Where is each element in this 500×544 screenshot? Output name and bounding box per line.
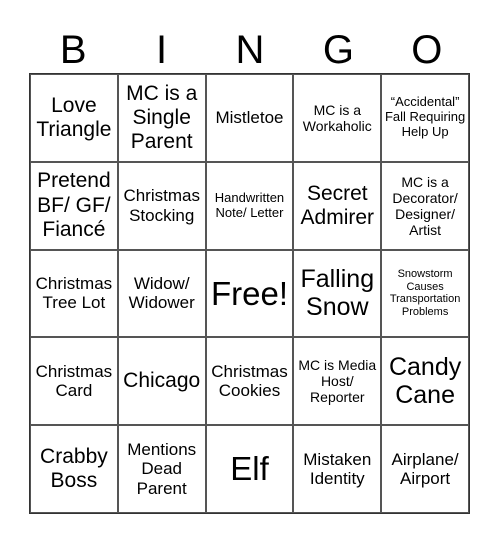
bingo-cell[interactable]: Handwritten Note/ Letter	[205, 161, 294, 250]
bingo-cell[interactable]: Snowstorm Causes Transportation Problems	[381, 249, 469, 338]
bingo-cell[interactable]: Crabby Boss	[30, 425, 118, 513]
bingo-cell[interactable]: Falling Snow	[293, 249, 382, 338]
bingo-cell-label: Free!	[210, 274, 288, 312]
bingo-cell[interactable]: Christmas Card	[30, 337, 118, 426]
bingo-cell-label: Mistaken Identity	[303, 449, 372, 489]
bingo-cell[interactable]: Love Triangle	[30, 74, 118, 162]
bingo-cell-label: Candy Cane	[388, 352, 462, 410]
header-letter-o: O	[411, 28, 443, 72]
bingo-cell-label: Christmas Stocking	[123, 186, 200, 225]
header-letter-g: G	[322, 28, 354, 72]
bingo-cell-label: Airplane/ Airport	[391, 449, 459, 489]
bingo-cell-label: Handwritten Note/ Letter	[214, 189, 285, 220]
bingo-cell[interactable]: Candy Cane	[381, 337, 469, 426]
bingo-cell[interactable]: Widow/ Widower	[117, 249, 206, 338]
bingo-cell[interactable]: Christmas Stocking	[117, 161, 206, 250]
bingo-cell[interactable]: Christmas Tree Lot	[30, 249, 118, 338]
bingo-cell-label: MC is a Single Parent	[126, 81, 198, 153]
bingo-cell-label: Mistletoe	[215, 108, 284, 128]
bingo-cell-label: MC is a Decorator/ Designer/ Artist	[392, 173, 458, 238]
bingo-cell[interactable]: Mistletoe	[205, 74, 294, 162]
bingo-cell-label: Widow/ Widower	[128, 273, 195, 313]
bingo-cell[interactable]: Mistaken Identity	[293, 425, 382, 513]
bingo-cell-label: MC is Media Host/ Reporter	[298, 357, 377, 406]
bingo-cell-label: Elf	[230, 450, 269, 488]
bingo-cell-label: Christmas Card	[35, 361, 113, 401]
bingo-cell[interactable]: MC is a Workaholic	[293, 74, 382, 162]
bingo-cell[interactable]: Mentions Dead Parent	[117, 425, 206, 513]
bingo-cell-label: Pretend BF/ GF/ Fiancé	[37, 169, 111, 241]
header-letter-b: B	[59, 28, 87, 72]
bingo-cell[interactable]: MC is a Decorator/ Designer/ Artist	[381, 161, 469, 250]
bingo-cell[interactable]: Chicago	[117, 337, 206, 426]
bingo-cell[interactable]: MC is Media Host/ Reporter	[293, 337, 382, 426]
header-letter-i: I	[156, 28, 168, 72]
bingo-cell-label: Love Triangle	[36, 93, 112, 141]
bingo-cell[interactable]: Secret Admirer	[293, 161, 382, 250]
bingo-cell[interactable]: MC is a Single Parent	[117, 74, 206, 162]
bingo-cell-label: Snowstorm Causes Transportation Problems	[389, 268, 461, 319]
bingo-cell-label: Crabby Boss	[40, 444, 108, 493]
bingo-header: B I N G O	[29, 28, 471, 72]
header-letter-n: N	[235, 28, 265, 72]
bingo-cell-label: “Accidental” Fall Requiring Help Up	[384, 94, 466, 140]
bingo-cell-label: Christmas Tree Lot	[35, 273, 113, 313]
bingo-cell-label: MC is a Workaholic	[302, 101, 372, 134]
bingo-cell[interactable]: Pretend BF/ GF/ Fiancé	[30, 161, 118, 250]
bingo-cell-label: Christmas Cookies	[211, 361, 288, 401]
free-space-cell[interactable]: Free!	[205, 249, 294, 338]
bingo-cell[interactable]: “Accidental” Fall Requiring Help Up	[381, 74, 469, 162]
bingo-cell-label: Mentions Dead Parent	[127, 439, 197, 498]
bingo-cell[interactable]: Christmas Cookies	[205, 337, 294, 426]
bingo-cell-label: Falling Snow	[300, 264, 375, 322]
bingo-board: Love Triangle MC is a Single Parent Mistle…	[29, 73, 470, 514]
bingo-cell-label: Chicago	[123, 369, 201, 393]
bingo-cell[interactable]: Elf	[205, 425, 294, 513]
bingo-cell[interactable]: Airplane/ Airport	[381, 425, 469, 513]
bingo-cell-label: Secret Admirer	[300, 181, 375, 229]
